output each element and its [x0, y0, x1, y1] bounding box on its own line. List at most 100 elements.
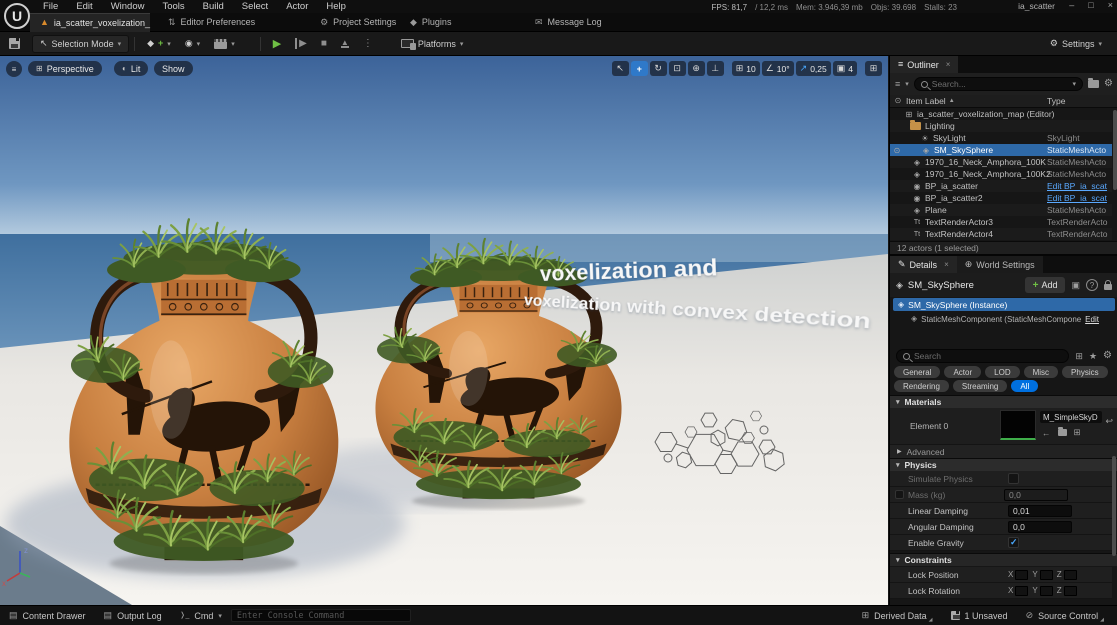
pill-rendering[interactable]: Rendering	[894, 380, 949, 392]
menu-actor[interactable]: Actor	[277, 0, 317, 13]
outliner-row-level[interactable]: ⊞ia_scatter_voxelization_map (Editor)	[890, 108, 1112, 120]
pill-actor[interactable]: Actor	[944, 366, 981, 378]
surface-snap-button[interactable]: ⊥	[707, 61, 724, 76]
outliner-search-input[interactable]	[932, 79, 1069, 89]
pick-asset-icon[interactable]: ⊞	[1074, 427, 1081, 438]
close-icon[interactable]: ×	[946, 60, 951, 69]
angular-damping-input[interactable]	[1008, 521, 1072, 533]
reset-to-default-icon[interactable]: ↩	[1105, 416, 1113, 427]
details-search-input[interactable]	[914, 351, 1062, 361]
outliner-row[interactable]: ◈1970_16_Neck_Amphora_100KStaticMeshActo	[890, 156, 1112, 168]
play-button[interactable]: ▶	[266, 35, 288, 53]
unsaved-button[interactable]: 1 Unsaved	[942, 606, 1017, 625]
eject-button[interactable]: ▲	[334, 35, 356, 53]
linear-damping-input[interactable]	[1008, 505, 1072, 517]
tab-editor-preferences[interactable]: ⇅ Editor Preferences	[158, 13, 265, 32]
play-options-button[interactable]: ⋮	[356, 35, 380, 53]
tab-project-settings[interactable]: ⚙ Project Settings	[310, 13, 406, 32]
lock-rotation-x-checkbox[interactable]	[1015, 586, 1028, 596]
lock-position-z-checkbox[interactable]	[1064, 570, 1077, 580]
outliner-row[interactable]: ◉BP_ia_scatterEdit BP_ia_scat	[890, 180, 1112, 192]
maximize-viewport-button[interactable]: ⊞	[865, 61, 882, 76]
lock-position-y-checkbox[interactable]	[1040, 570, 1053, 580]
perspective-dropdown[interactable]: ⊞ Perspective	[28, 61, 102, 76]
scale-tool-button[interactable]: ⊡	[669, 61, 686, 76]
material-asset-dropdown[interactable]: M_SimpleSkyD	[1040, 411, 1102, 423]
mass-override-checkbox[interactable]	[895, 490, 904, 499]
component-row[interactable]: ◈ StaticMeshComponent (StaticMeshCompone…	[893, 312, 1115, 326]
pill-all[interactable]: All	[1011, 380, 1038, 392]
eye-column-icon[interactable]: ⊙	[890, 97, 906, 105]
lock-position-x-checkbox[interactable]	[1015, 570, 1028, 580]
enable-gravity-checkbox[interactable]	[1008, 537, 1019, 548]
outliner-settings-icon[interactable]: ⚙	[1104, 79, 1113, 89]
menu-file[interactable]: File	[34, 0, 67, 13]
eye-icon[interactable]: ⊙	[890, 146, 904, 155]
browse-to-asset-icon[interactable]	[1058, 429, 1067, 436]
tab-world-settings[interactable]: ⊕ World Settings	[957, 256, 1043, 273]
outliner-row[interactable]: TtTextRenderActor4TextRenderActo	[890, 228, 1112, 240]
details-scrollbar[interactable]	[1112, 456, 1116, 556]
add-component-button[interactable]: + Add	[1025, 277, 1066, 293]
pill-general[interactable]: General	[894, 366, 940, 378]
blueprints-dropdown[interactable]: ◉ ▾	[178, 35, 207, 53]
add-actor-dropdown[interactable]: ◆ + ▾	[140, 35, 178, 53]
rotation-snap-button[interactable]: ∠10°	[762, 61, 794, 76]
menu-select[interactable]: Select	[233, 0, 277, 13]
favorites-icon[interactable]: ★	[1089, 352, 1097, 361]
content-drawer-button[interactable]: ▤ Content Drawer	[0, 606, 95, 625]
view-mode-dropdown[interactable]: ◐ Lit	[114, 61, 148, 76]
lock-rotation-y-checkbox[interactable]	[1040, 586, 1053, 596]
outliner-row[interactable]: ◈1970_16_Neck_Amphora_100K2StaticMeshAct…	[890, 168, 1112, 180]
blueprint-convert-icon[interactable]: ▣	[1071, 281, 1080, 290]
create-folder-icon[interactable]	[1088, 80, 1099, 88]
camera-speed-button[interactable]: ▣4	[833, 61, 857, 76]
menu-window[interactable]: Window	[102, 0, 154, 13]
component-row-selected[interactable]: ◈ SM_SkySphere (Instance)	[893, 298, 1115, 311]
derived-data-button[interactable]: ⊞ Derived Data ◢	[853, 606, 942, 625]
material-thumbnail[interactable]	[1000, 410, 1036, 440]
outliner-scrollbar[interactable]	[1113, 110, 1117, 190]
pill-lod[interactable]: LOD	[985, 366, 1019, 378]
mass-input[interactable]	[1004, 489, 1068, 501]
details-search[interactable]	[896, 349, 1069, 363]
console-command-input[interactable]	[231, 609, 411, 622]
menu-tools[interactable]: Tools	[153, 0, 193, 13]
edit-component-link[interactable]: Edit	[1085, 315, 1099, 324]
world-local-toggle[interactable]: ⊕	[688, 61, 705, 76]
outliner-row[interactable]: ◈PlaneStaticMeshActo	[890, 204, 1112, 216]
cinematics-dropdown[interactable]: ▾	[207, 35, 242, 53]
details-settings-icon[interactable]: ⚙	[1103, 351, 1112, 361]
save-button[interactable]	[9, 38, 20, 49]
pill-misc[interactable]: Misc	[1024, 366, 1058, 378]
scale-snap-button[interactable]: ↗0,25	[796, 61, 831, 76]
filter-icon[interactable]: ≡	[895, 80, 900, 89]
menu-edit[interactable]: Edit	[67, 0, 101, 13]
tab-level[interactable]: ▲ ia_scatter_voxelization_	[30, 13, 150, 32]
close-icon[interactable]: ×	[944, 260, 949, 269]
simulate-physics-checkbox[interactable]	[1008, 473, 1019, 484]
cmd-dropdown[interactable]: ❭_ Cmd ▾	[171, 606, 231, 625]
outliner-row-selected[interactable]: ⊙◈SM_SkySphereStaticMeshActo	[890, 144, 1112, 156]
close-button[interactable]: ×	[1108, 0, 1113, 10]
column-type[interactable]: Type	[1047, 96, 1065, 106]
stop-button[interactable]: ■	[314, 35, 334, 53]
outliner-row[interactable]: ◉BP_ia_scatter2Edit BP_ia_scat	[890, 192, 1112, 204]
selection-mode-dropdown[interactable]: ↖ Selection Mode ▾	[32, 35, 129, 53]
edit-blueprint-link[interactable]: Edit BP_ia_scat	[1047, 193, 1111, 203]
lock-icon[interactable]	[1104, 284, 1112, 290]
outliner-search[interactable]: ▾	[914, 77, 1083, 91]
frame-skip-button[interactable]: ▶	[288, 35, 314, 53]
section-physics[interactable]: ▾ Physics	[890, 458, 1117, 471]
menu-help[interactable]: Help	[317, 0, 355, 13]
rotate-tool-button[interactable]: ↻	[650, 61, 667, 76]
pill-streaming[interactable]: Streaming	[953, 380, 1007, 392]
viewport-options-button[interactable]: ≡	[6, 61, 22, 77]
section-advanced[interactable]: ▶Advanced	[890, 444, 1117, 458]
tab-outliner[interactable]: ≡ Outliner ×	[890, 56, 958, 73]
tab-plugins[interactable]: ◆ Plugins	[400, 13, 461, 32]
show-dropdown[interactable]: Show	[154, 61, 193, 76]
output-log-button[interactable]: ▤ Output Log	[95, 606, 171, 625]
tab-message-log[interactable]: ✉ Message Log	[525, 13, 612, 32]
settings-dropdown[interactable]: ⚙ Settings ▾	[1043, 35, 1109, 53]
